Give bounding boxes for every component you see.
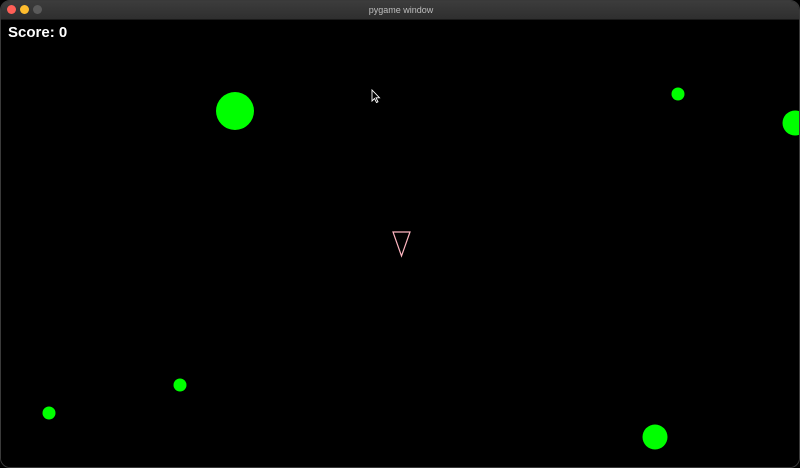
player-ship [392, 231, 411, 258]
cursor-icon [371, 88, 381, 104]
asteroid-large-top-left [216, 92, 254, 130]
asteroid-medium-bottom-right [642, 424, 668, 450]
asteroid-small-far-left [42, 406, 56, 420]
asteroid-small-bottom-left [173, 378, 187, 392]
score-label: Score: 0 [8, 24, 68, 41]
game-scene [42, 87, 799, 450]
game-window: pygame window Score: 0 [0, 0, 800, 468]
asteroid-edge-right [782, 110, 799, 136]
asteroid-small-top-right [671, 87, 685, 101]
